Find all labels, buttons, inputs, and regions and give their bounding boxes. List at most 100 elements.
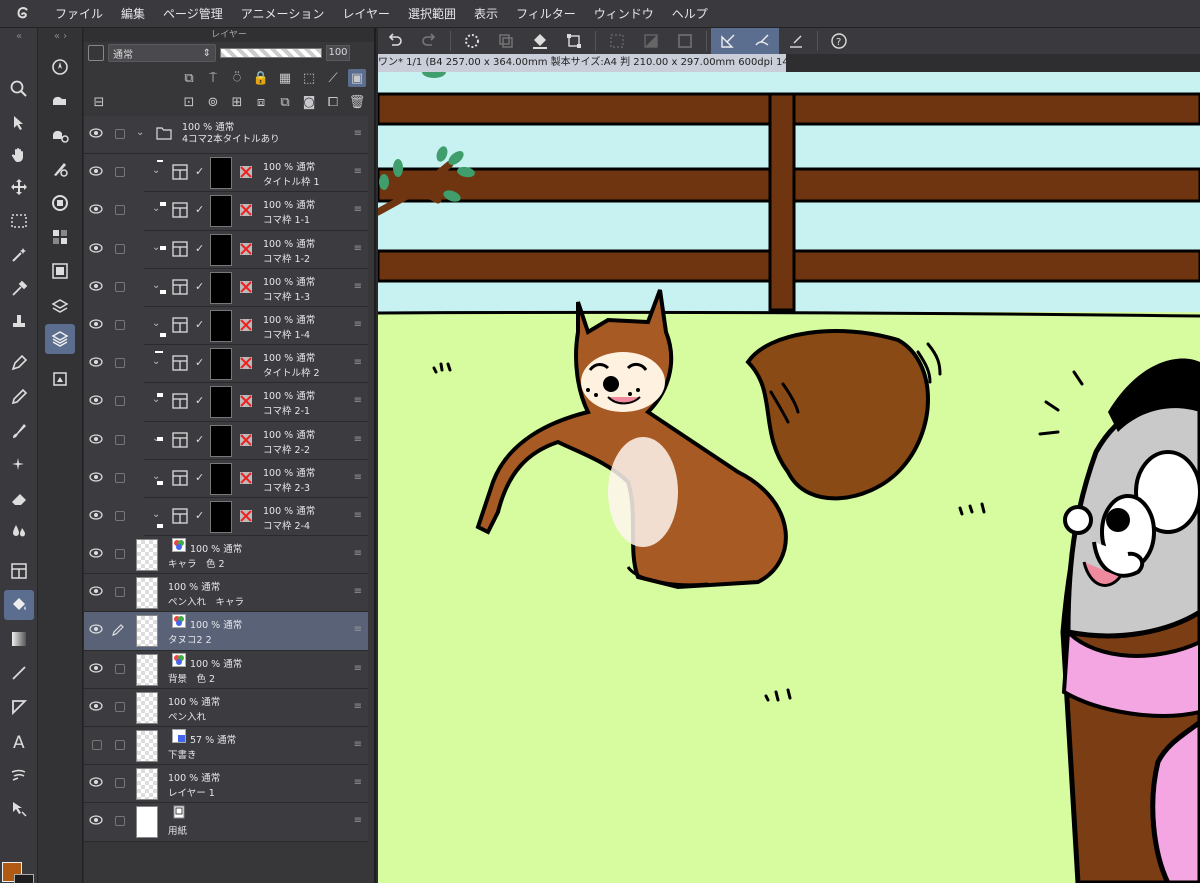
snap-special-ruler-icon[interactable]	[745, 28, 779, 54]
chevron-down-icon[interactable]: ⌄	[136, 127, 144, 138]
mask-link-icon[interactable]	[238, 202, 254, 218]
drag-handle-icon[interactable]: ≡	[354, 434, 362, 445]
reference-layer-icon[interactable]: ⍑	[204, 69, 222, 87]
mask-link-icon[interactable]	[238, 279, 254, 295]
loading-spinner-icon[interactable]	[455, 28, 489, 54]
menu-help[interactable]: ヘルプ	[663, 0, 717, 28]
clear-selection-icon[interactable]	[600, 28, 634, 54]
layer-row[interactable]: ⌄ ✓ 100 % 通常 コマ枠 1-4 ≡	[89, 306, 368, 346]
layer-select-checkbox[interactable]	[115, 281, 125, 292]
layer-row[interactable]: 用紙 ≡	[84, 803, 368, 842]
zoom-tool-icon[interactable]	[4, 74, 34, 104]
brush-tool-icon[interactable]	[4, 416, 34, 446]
lock-transparent-icon[interactable]: ▦	[276, 69, 294, 87]
layer-row[interactable]: ⌄ ✓ 100 % 通常 コマ枠 1-2 ≡	[89, 230, 368, 269]
hand-tool-icon[interactable]	[4, 140, 34, 170]
menu-animation[interactable]: アニメーション	[232, 0, 334, 28]
chevron-down-icon[interactable]: ⌄	[152, 356, 160, 367]
transform-icon[interactable]	[557, 28, 591, 54]
drag-handle-icon[interactable]: ≡	[354, 166, 362, 177]
layer-row[interactable]: ⌄✓100 % 通常コマ枠 2-2≡	[89, 421, 368, 460]
menu-page[interactable]: ページ管理	[154, 0, 232, 28]
drag-handle-icon[interactable]: ≡	[354, 548, 362, 559]
eye-icon[interactable]	[89, 815, 103, 825]
create-mask-icon[interactable]: ◙	[300, 93, 318, 111]
pencil-tool-icon[interactable]	[4, 382, 34, 412]
apply-mask-icon[interactable]: ⧠	[324, 93, 342, 111]
fill-command-icon[interactable]	[523, 28, 557, 54]
new-folder-icon[interactable]: ⊞	[228, 93, 246, 111]
layer-select-checkbox[interactable]	[115, 472, 125, 483]
sub-color-swatch[interactable]	[14, 874, 34, 883]
eye-icon[interactable]	[89, 433, 103, 444]
mask-link-icon[interactable]	[238, 317, 254, 333]
drag-handle-icon[interactable]: ≡	[354, 281, 362, 292]
layer-row[interactable]: 100 % 通常 ペン入れ キャラ ≡	[84, 574, 368, 613]
menu-selection[interactable]: 選択範囲	[399, 0, 465, 28]
menu-edit[interactable]: 編集	[112, 0, 154, 28]
drag-handle-icon[interactable]: ≡	[354, 815, 362, 826]
marquee-tool-icon[interactable]	[4, 206, 34, 236]
check-icon[interactable]: ✓	[195, 509, 204, 522]
help-icon[interactable]: ?	[822, 28, 856, 54]
layer-select-checkbox[interactable]	[115, 434, 125, 445]
drag-handle-icon[interactable]: ≡	[354, 586, 362, 597]
opacity-value[interactable]: 100	[326, 45, 350, 61]
layer-select-checkbox[interactable]	[115, 319, 125, 330]
drag-handle-icon[interactable]: ≡	[354, 701, 362, 712]
layer-row[interactable]: ⌄ ✓ 100 % 通常 コマ枠 2-3 ≡	[89, 459, 368, 498]
drag-handle-icon[interactable]: ≡	[354, 243, 362, 254]
drag-handle-icon[interactable]: ≡	[354, 395, 362, 406]
invert-selection-icon[interactable]	[634, 28, 668, 54]
eye-icon[interactable]	[89, 395, 103, 405]
check-icon[interactable]: ✓	[195, 280, 204, 293]
layer-mask-toggle[interactable]	[88, 45, 104, 61]
blend-tool-icon[interactable]	[4, 516, 34, 546]
eye-icon[interactable]	[89, 319, 103, 329]
drag-handle-icon[interactable]: ≡	[354, 624, 362, 635]
copy-layer-icon[interactable]: ⧈	[252, 93, 270, 111]
layer-panel-menu-icon[interactable]: ⊟	[90, 93, 108, 111]
check-icon[interactable]: ✓	[195, 394, 204, 407]
mask-enable-icon[interactable]: ⬚	[300, 69, 318, 87]
drag-handle-icon[interactable]: ≡	[354, 357, 362, 368]
canvas-artwork[interactable]	[378, 72, 1200, 883]
clip-layer-icon[interactable]: ⧉	[180, 69, 198, 87]
decoration-tool-icon[interactable]	[4, 450, 34, 480]
layer-select-checkbox[interactable]	[115, 358, 125, 369]
ruler-display-icon[interactable]: ⟋	[324, 69, 342, 87]
frame-border-tool-icon[interactable]	[4, 556, 34, 586]
chevron-down-icon[interactable]: ⌄	[152, 509, 160, 520]
layer-select-checkbox[interactable]	[115, 778, 125, 789]
visibility-off-checkbox[interactable]	[92, 740, 102, 750]
delete-layer-icon[interactable]: 🗑	[348, 93, 366, 111]
check-icon[interactable]: ✓	[195, 471, 204, 484]
drag-handle-icon[interactable]: ≡	[354, 663, 362, 674]
mask-link-icon[interactable]	[238, 393, 254, 409]
subpalette-collapse-icon[interactable]: « ›	[38, 28, 83, 44]
check-icon[interactable]: ✓	[195, 203, 204, 216]
stamp-tool-icon[interactable]	[4, 306, 34, 336]
check-icon[interactable]: ✓	[195, 165, 204, 178]
new-raster-layer-icon[interactable]: ⊡	[180, 93, 198, 111]
color-set-icon[interactable]	[45, 222, 75, 252]
layer-row[interactable]: ⌄ ✓ 100 % 通常 タイトル枠 2 ≡	[89, 345, 368, 384]
layer-row[interactable]: ⌄ ✓ 100 % 通常 コマ枠 1-3 ≡	[89, 268, 368, 307]
eye-icon[interactable]	[89, 128, 103, 138]
eye-icon[interactable]	[89, 777, 103, 787]
mask-link-icon[interactable]	[238, 508, 254, 524]
layer-select-checkbox[interactable]	[115, 663, 125, 674]
check-icon[interactable]: ✓	[195, 318, 204, 331]
layer-select-checkbox[interactable]	[115, 396, 125, 407]
selection-border-icon[interactable]	[668, 28, 702, 54]
layer-select-checkbox[interactable]	[115, 816, 125, 827]
eye-icon[interactable]	[89, 242, 103, 253]
pen-tool-icon[interactable]	[4, 348, 34, 378]
layer-row[interactable]: ⌄ 100 % 通常 4コマ2本タイトルあり ≡	[84, 116, 368, 155]
layer-panel-icon[interactable]	[45, 324, 75, 354]
menu-view[interactable]: 表示	[465, 0, 507, 28]
gradient-tool-icon[interactable]	[4, 624, 34, 654]
material-panel-icon[interactable]	[45, 364, 75, 394]
eye-icon[interactable]	[89, 166, 103, 176]
new-vector-layer-icon[interactable]: ⊚	[204, 93, 222, 111]
